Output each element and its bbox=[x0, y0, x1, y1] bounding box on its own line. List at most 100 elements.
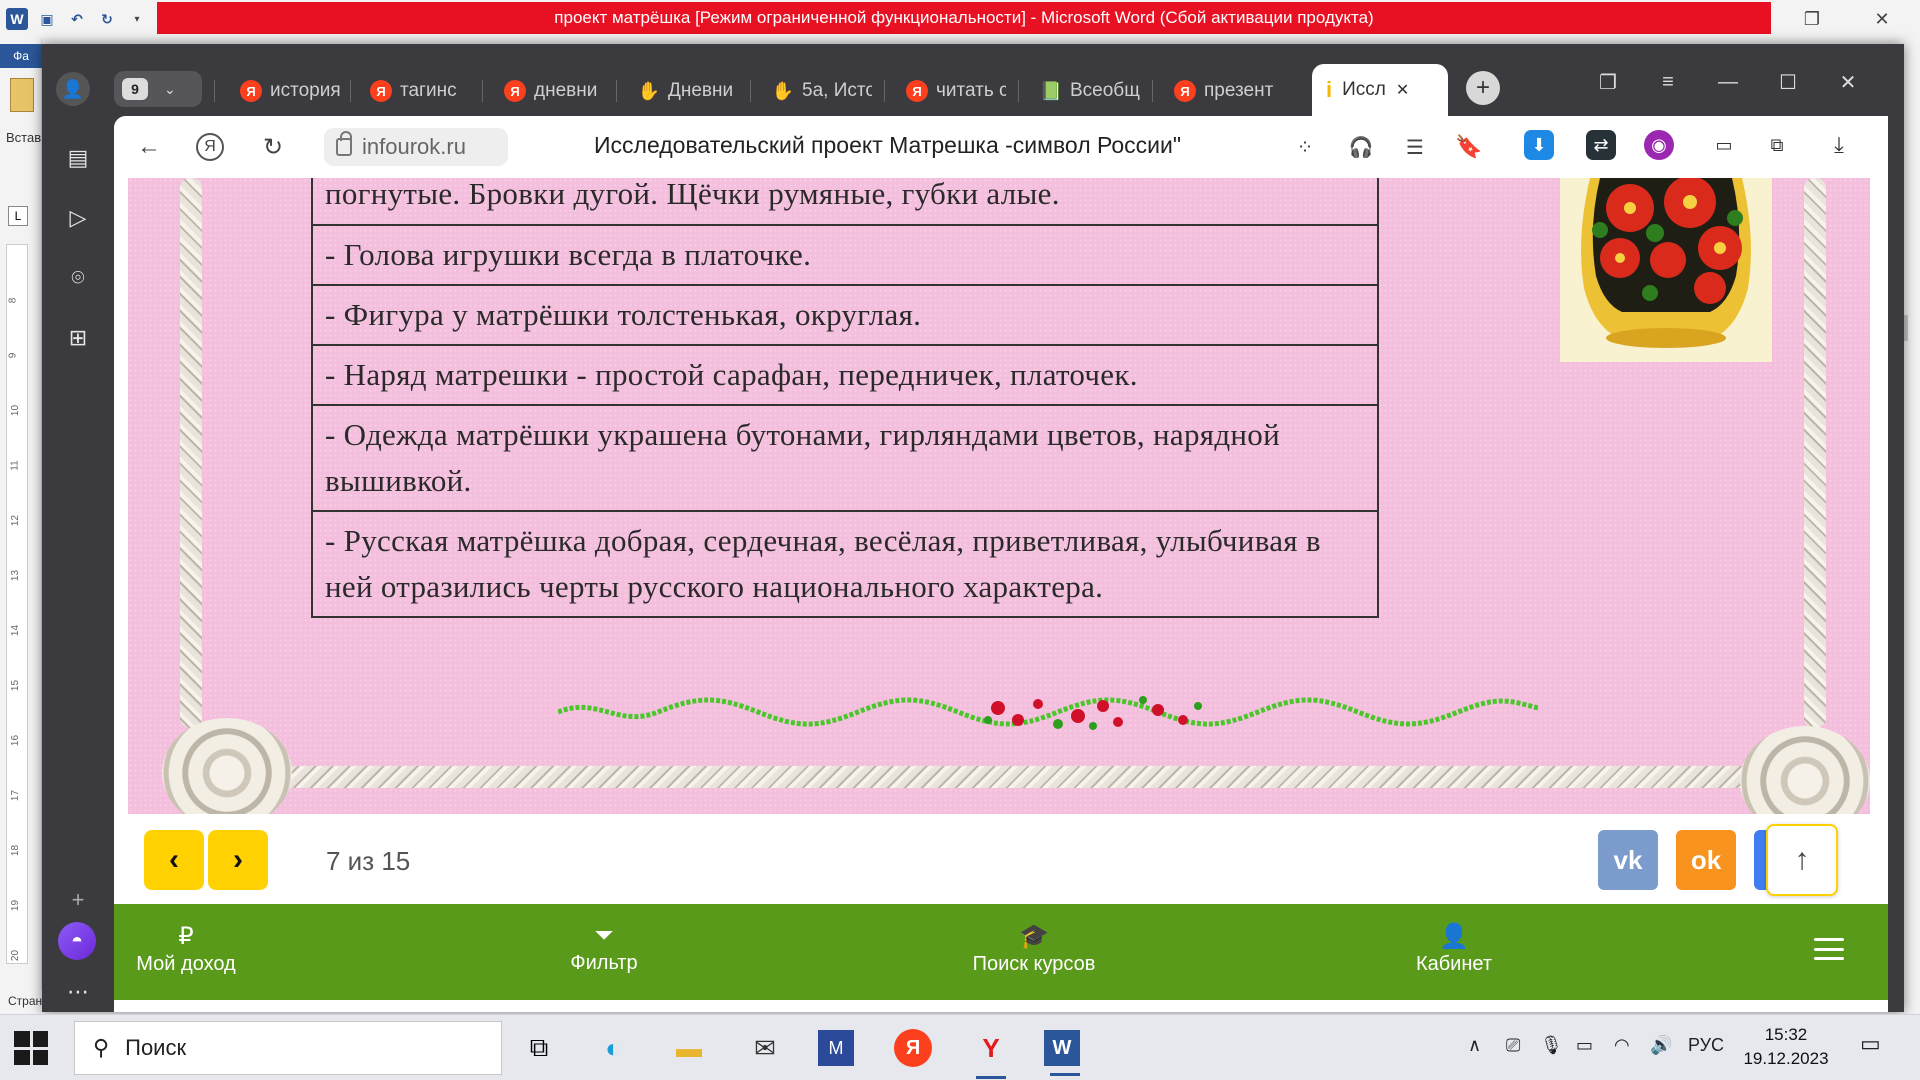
browser-tab[interactable]: ✋ 5а, Исто bbox=[772, 74, 872, 108]
save-icon[interactable]: ▣ bbox=[36, 8, 58, 30]
word-file-tab[interactable]: Фа bbox=[0, 44, 42, 68]
word-restore-icon[interactable]: ❐ bbox=[1782, 0, 1842, 38]
table-row: погнутые. Бровки дугой. Щёчки румяные, г… bbox=[311, 178, 1379, 226]
new-tab-button[interactable]: + bbox=[1466, 71, 1500, 105]
rope-left bbox=[180, 178, 202, 728]
user-icon: 👤 bbox=[1439, 923, 1469, 950]
windows-start-icon[interactable] bbox=[14, 1031, 48, 1065]
ruler-number: 11 bbox=[9, 460, 21, 471]
language-indicator[interactable]: РУС bbox=[1688, 1035, 1724, 1056]
profile-icon[interactable]: 👤 bbox=[56, 72, 90, 106]
close-window-icon[interactable]: ✕ bbox=[1818, 64, 1878, 100]
ruler-number: 13 bbox=[10, 569, 22, 582]
url-field[interactable]: infourok.ru bbox=[324, 128, 508, 166]
nav-cabinet[interactable]: 👤 Кабинет bbox=[1404, 922, 1504, 976]
add-icon[interactable]: + bbox=[62, 884, 94, 916]
rope-bottom bbox=[238, 766, 1798, 788]
wifi-icon[interactable]: ◠ bbox=[1614, 1035, 1630, 1056]
next-slide-button[interactable]: › bbox=[208, 830, 268, 890]
paste-icon[interactable] bbox=[10, 78, 34, 112]
taskbar-search[interactable]: ⚲ Поиск bbox=[74, 1021, 502, 1075]
browser-tab[interactable]: Я история bbox=[240, 74, 340, 108]
yandex-icon: Я bbox=[370, 80, 392, 102]
slide-pager: ‹ › 7 из 15 vk ok @ ↑ bbox=[114, 814, 1888, 904]
translate-icon[interactable]: ⧉ bbox=[1762, 130, 1792, 160]
browser-tab[interactable]: Я тагинс bbox=[370, 74, 470, 108]
notifications-icon[interactable]: ▭ bbox=[1860, 1031, 1881, 1057]
taskbar: ⚲ Поиск ⧉ ◐ ▬ ✉ M Я Y W ∧ ⎚ 🎙 ▭ ◠ 🔊 РУС … bbox=[0, 1014, 1920, 1080]
screen: W ▣ ↶ ↻ ▾ проект матрёшка [Режим огранич… bbox=[0, 0, 1920, 1080]
reload-icon[interactable]: ↻ bbox=[256, 130, 290, 164]
reader-icon[interactable]: ☰ bbox=[1398, 130, 1432, 164]
ruler-number: 8 bbox=[7, 297, 19, 304]
tab-separator bbox=[616, 80, 617, 102]
alice-assistant-icon[interactable]: ◓ bbox=[58, 922, 96, 960]
downloads-icon[interactable]: ⤓ bbox=[1824, 130, 1854, 160]
redo-icon[interactable]: ↻ bbox=[96, 8, 118, 30]
menu-icon[interactable]: ≡ bbox=[1638, 64, 1698, 100]
yandex-icon: Я bbox=[504, 80, 526, 102]
active-tab[interactable]: i Иссл ✕ bbox=[1312, 64, 1448, 116]
reader-mode-icon[interactable]: ⁘ bbox=[1288, 130, 1322, 164]
download-extension-icon[interactable]: ⬇ bbox=[1524, 130, 1554, 160]
yandex-app-icon[interactable]: Я bbox=[894, 1029, 932, 1067]
vk-share-button[interactable]: vk bbox=[1598, 830, 1658, 890]
nav-my-income[interactable]: ₽ Мой доход bbox=[136, 922, 236, 976]
yandex-browser-icon[interactable]: Y bbox=[970, 1027, 1012, 1079]
more-icon[interactable]: ⋯ bbox=[62, 976, 94, 1008]
nav-filter[interactable]: ⏷ Фильтр bbox=[554, 922, 654, 975]
table-row: - Голова игрушки всегда в платочке. bbox=[311, 224, 1379, 286]
ok-share-button[interactable]: ok bbox=[1676, 830, 1736, 890]
collections-icon[interactable]: ▤ bbox=[62, 142, 94, 174]
nav-search-courses[interactable]: 🎓 Поиск курсов bbox=[964, 922, 1104, 976]
browser-tab[interactable]: Я презент bbox=[1174, 74, 1284, 108]
back-arrow-icon[interactable]: ← bbox=[132, 130, 166, 164]
extension-icon[interactable]: ⇄ bbox=[1586, 130, 1616, 160]
vk-icon: vk bbox=[1613, 844, 1643, 875]
battery-tray-icon[interactable]: ▭ bbox=[1576, 1035, 1593, 1056]
mail-icon[interactable]: ✉ bbox=[744, 1027, 786, 1069]
word-left-pane: Фа Встав L 8 9 10 11 12 13 14 15 16 17 1… bbox=[0, 38, 42, 1014]
word-close-icon[interactable]: ✕ bbox=[1852, 0, 1912, 38]
browser-tab[interactable]: 📗 Всеобщ bbox=[1040, 74, 1140, 108]
clock[interactable]: 15:32 19.12.2023 bbox=[1736, 1023, 1836, 1071]
browser-tab[interactable]: Я читать с bbox=[906, 74, 1006, 108]
prev-slide-button[interactable]: ‹ bbox=[144, 830, 204, 890]
browser-tab[interactable]: Я дневни bbox=[504, 74, 604, 108]
hamburger-menu-icon[interactable] bbox=[1814, 938, 1844, 960]
headphones-icon[interactable]: 🎧 bbox=[1344, 130, 1378, 164]
word-taskbar-icon[interactable]: W bbox=[1044, 1030, 1080, 1076]
table-cell: - Фигура у матрёшки толстенькая, округла… bbox=[311, 284, 1379, 346]
maximize-icon[interactable]: ☐ bbox=[1758, 64, 1818, 100]
edge-icon[interactable]: ◐ bbox=[592, 1027, 634, 1069]
yandex-logo-icon[interactable]: Я bbox=[196, 133, 224, 161]
battery-icon[interactable]: ▭ bbox=[1704, 130, 1744, 160]
tray-chevron-icon[interactable]: ∧ bbox=[1468, 1035, 1481, 1056]
yandex-icon: Я bbox=[906, 80, 928, 102]
play-icon[interactable]: ▷ bbox=[62, 202, 94, 234]
microphone-icon[interactable]: 🎙 bbox=[1540, 1035, 1563, 1056]
ruler-tab-selector[interactable]: L bbox=[8, 206, 28, 226]
dictionary-app-icon[interactable]: M bbox=[818, 1030, 854, 1066]
tab-label: читать с bbox=[936, 80, 1006, 101]
table-row: - Фигура у матрёшки толстенькая, округла… bbox=[311, 284, 1379, 346]
tab-count-button[interactable]: 9 ⌄ bbox=[114, 71, 202, 107]
meet-now-icon[interactable]: ⎚ bbox=[1506, 1035, 1520, 1056]
file-explorer-icon[interactable]: ▬ bbox=[668, 1027, 710, 1069]
undo-icon[interactable]: ↶ bbox=[66, 8, 88, 30]
purple-extension-icon[interactable]: ◉ bbox=[1644, 130, 1674, 160]
matryoshka-photo bbox=[1560, 178, 1772, 362]
scroll-to-top-button[interactable]: ↑ bbox=[1766, 824, 1838, 896]
minimize-icon[interactable]: — bbox=[1698, 64, 1758, 100]
customize-qat-icon[interactable]: ▾ bbox=[126, 8, 148, 30]
screenshot-icon[interactable]: ⌾ bbox=[62, 262, 94, 294]
tab-separator bbox=[884, 80, 885, 102]
bookmark-icon[interactable]: 🔖 bbox=[1452, 130, 1486, 164]
bookmarks-panel-icon[interactable]: ❐ bbox=[1578, 64, 1638, 100]
tab-separator bbox=[482, 80, 483, 102]
volume-icon[interactable]: 🔊 bbox=[1650, 1035, 1672, 1056]
task-view-icon[interactable]: ⧉ bbox=[518, 1027, 560, 1069]
close-tab-icon[interactable]: ✕ bbox=[1396, 80, 1409, 100]
browser-tab[interactable]: ✋ Дневни bbox=[638, 74, 738, 108]
apps-grid-icon[interactable]: ⊞ bbox=[62, 322, 94, 354]
